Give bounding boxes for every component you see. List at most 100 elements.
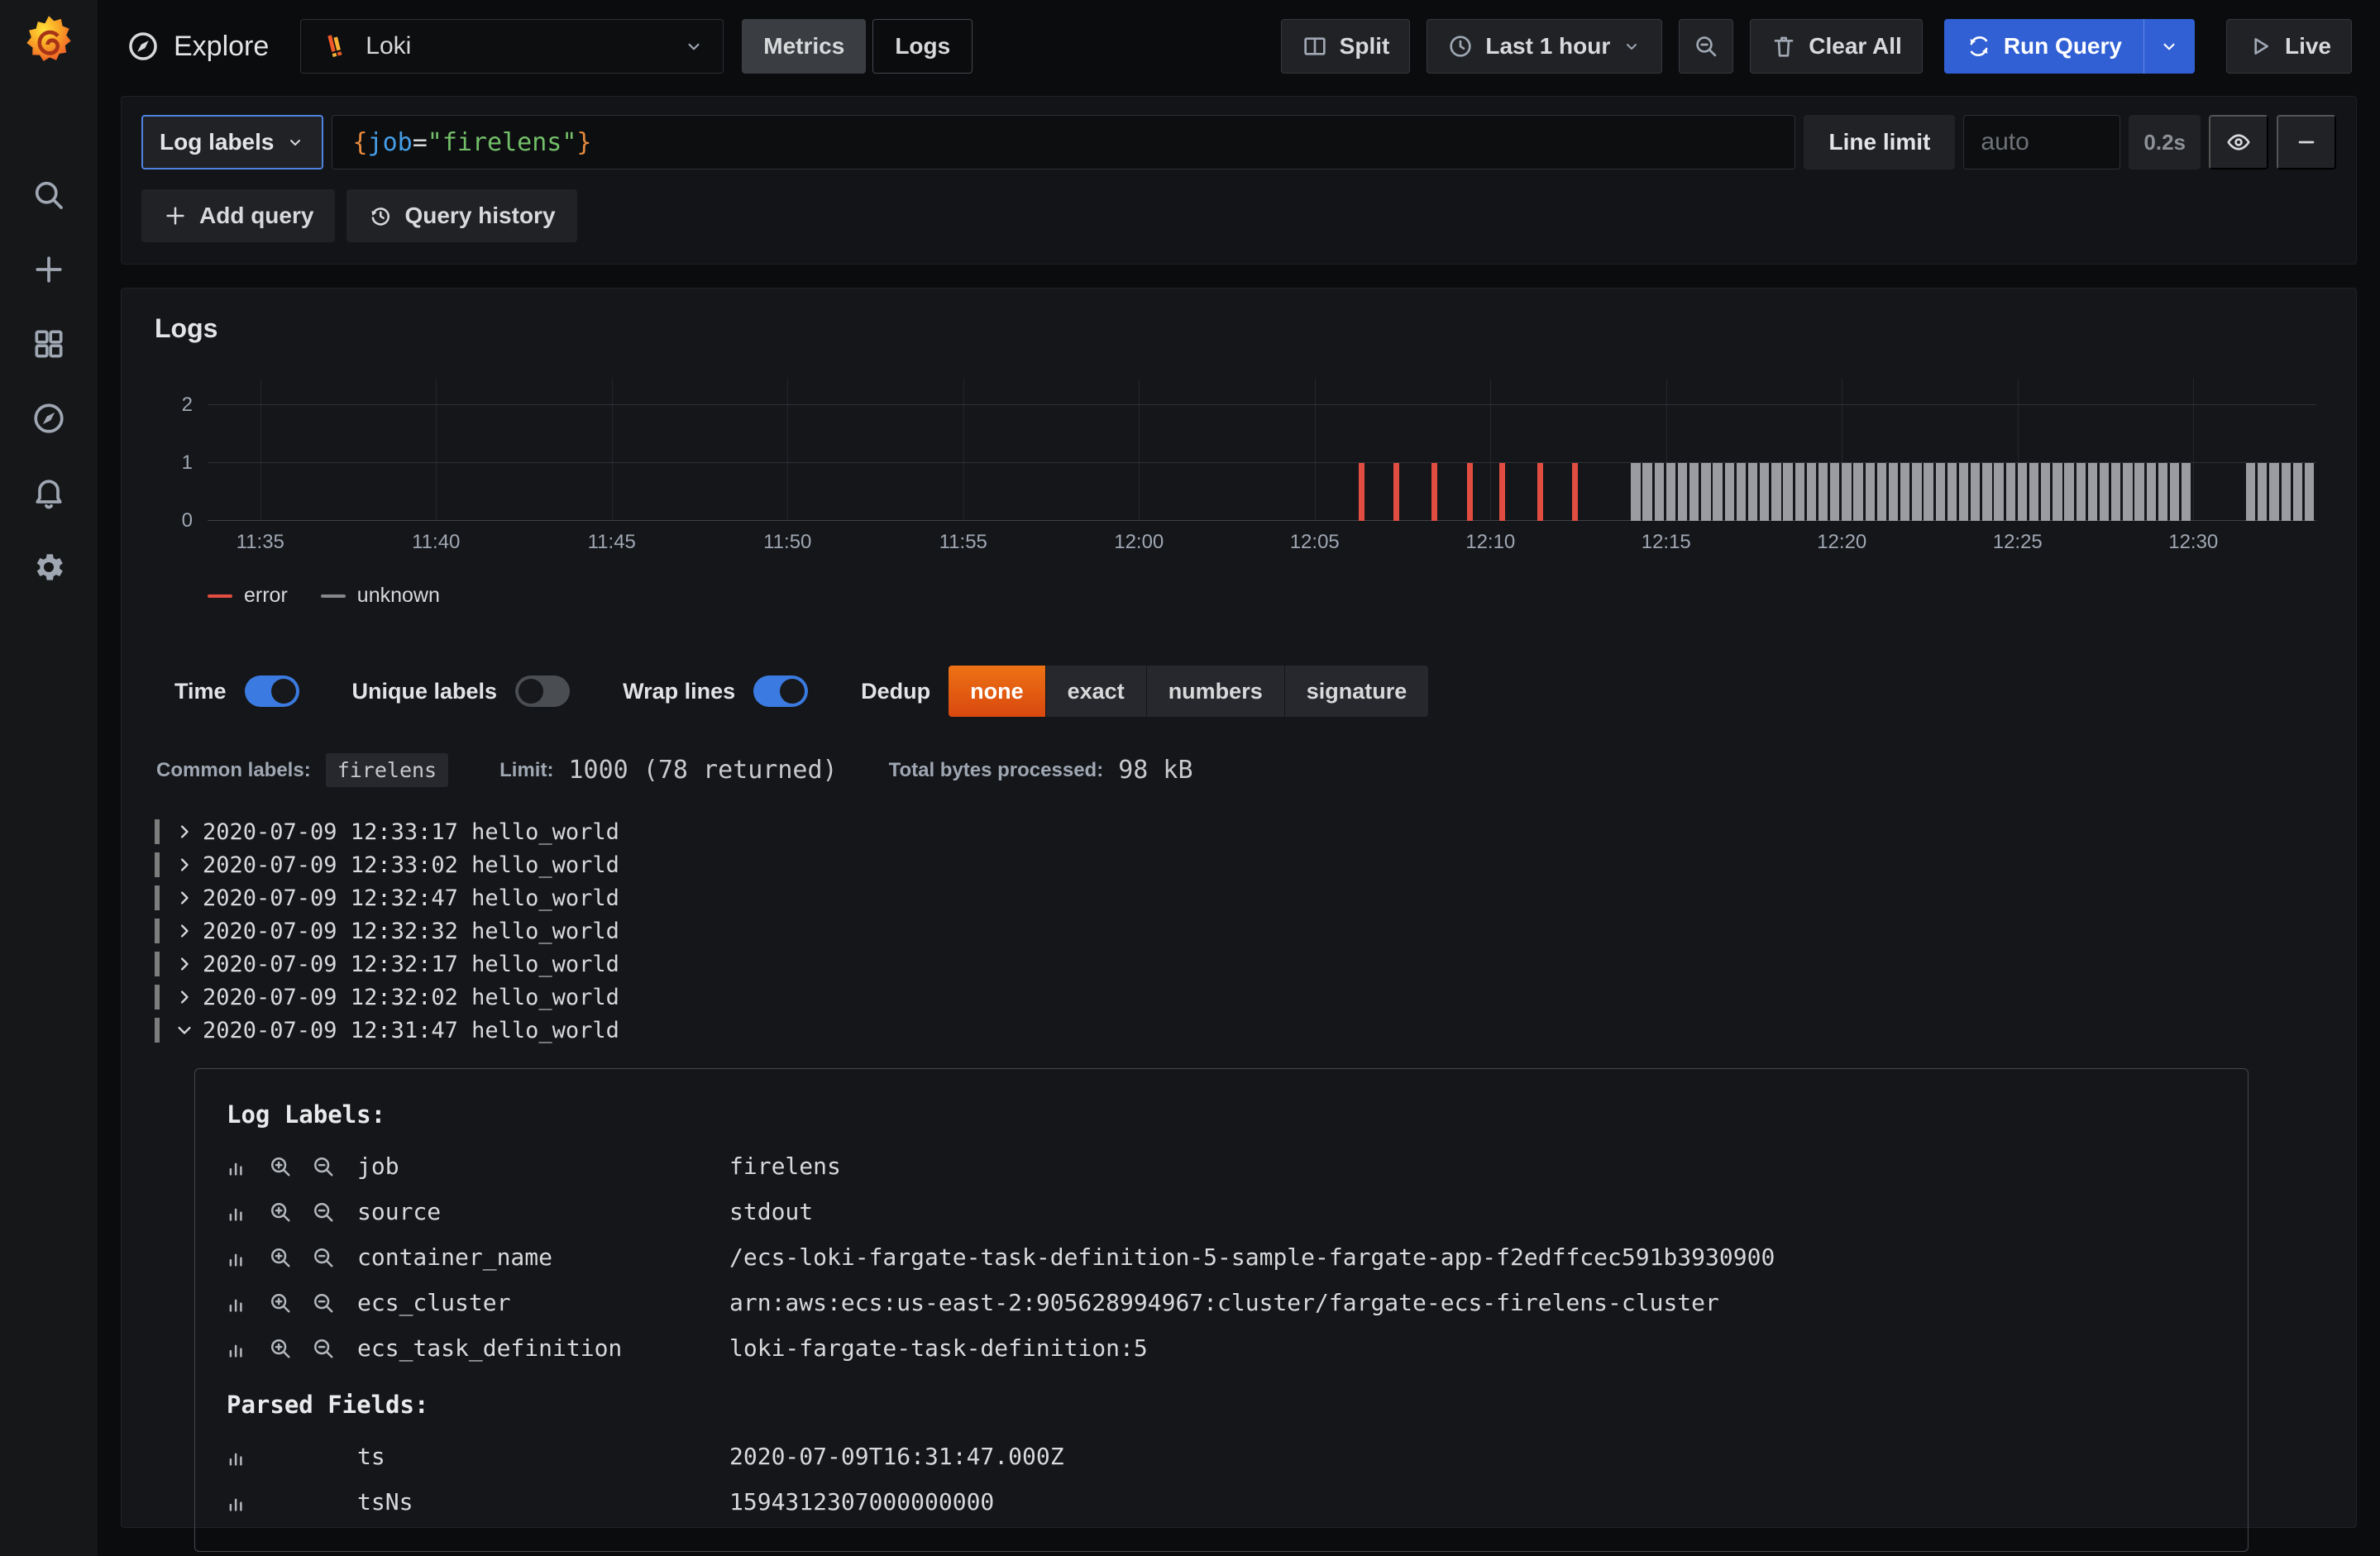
sidebar-item-create[interactable]	[31, 251, 67, 288]
histogram-bar-unknown[interactable]	[1737, 463, 1746, 521]
dedup-option-numbers[interactable]: numbers	[1147, 666, 1285, 717]
histogram-bar-unknown[interactable]	[1631, 463, 1640, 521]
histogram-bar-unknown[interactable]	[2134, 463, 2143, 521]
sidebar-item-alerting[interactable]	[31, 475, 67, 511]
legend-item-error[interactable]: error	[208, 584, 288, 608]
toggle-unique-labels[interactable]	[515, 675, 570, 707]
log-row[interactable]: 2020-07-09 12:32:32 hello_world	[155, 914, 2323, 947]
histogram-bar-error[interactable]	[1572, 463, 1578, 521]
zoom-out-button[interactable]	[1679, 19, 1733, 74]
histogram-bar-unknown[interactable]	[2170, 463, 2179, 521]
filter-for-label-icon[interactable]	[268, 1291, 293, 1315]
filter-out-label-icon[interactable]	[311, 1245, 336, 1270]
histogram-bar-error[interactable]	[1499, 463, 1505, 521]
histogram-bar-unknown[interactable]	[1900, 463, 1909, 521]
log-row[interactable]: 2020-07-09 12:31:47 hello_world	[155, 1014, 2323, 1047]
histogram-bar-unknown[interactable]	[1701, 463, 1710, 521]
disable-query-button[interactable]	[2209, 115, 2268, 169]
tab-metrics[interactable]: Metrics	[742, 19, 866, 74]
log-row[interactable]: 2020-07-09 12:33:02 hello_world	[155, 848, 2323, 881]
histogram-bar-unknown[interactable]	[1713, 463, 1722, 521]
query-history-button[interactable]: Query history	[346, 189, 576, 242]
run-query-main[interactable]: Run Query	[1944, 19, 2143, 74]
histogram-bar-unknown[interactable]	[1866, 463, 1875, 521]
histogram-bar-unknown[interactable]	[2111, 463, 2120, 521]
histogram-bar-unknown[interactable]	[2100, 463, 2109, 521]
log-row[interactable]: 2020-07-09 12:32:02 hello_world	[155, 981, 2323, 1014]
histogram-bar-unknown[interactable]	[2088, 463, 2097, 521]
histogram-bar-unknown[interactable]	[1947, 463, 1957, 521]
histogram-bar-unknown[interactable]	[1830, 463, 1839, 521]
histogram-bar-unknown[interactable]	[1655, 463, 1664, 521]
toggle-wrap-lines[interactable]	[753, 675, 808, 707]
histogram-bar-unknown[interactable]	[1771, 463, 1780, 521]
histogram-bar-unknown[interactable]	[2282, 463, 2291, 521]
grafana-logo[interactable]	[22, 13, 76, 68]
histogram-bar-unknown[interactable]	[1760, 463, 1769, 521]
stats-icon[interactable]	[225, 1291, 250, 1315]
histogram-bar-unknown[interactable]	[1642, 463, 1651, 521]
filter-for-label-icon[interactable]	[268, 1336, 293, 1361]
histogram-bar-unknown[interactable]	[1689, 463, 1699, 521]
histogram-bar-error[interactable]	[1359, 463, 1364, 521]
histogram-bar-unknown[interactable]	[1678, 463, 1687, 521]
query-input[interactable]: {job="firelens"}	[332, 115, 1795, 169]
histogram-bar-unknown[interactable]	[1971, 463, 1980, 521]
split-button[interactable]: Split	[1281, 19, 1411, 74]
live-button[interactable]: Live	[2226, 19, 2352, 74]
histogram-bar-unknown[interactable]	[1877, 463, 1886, 521]
histogram-bar-unknown[interactable]	[1936, 463, 1945, 521]
histogram-bar-unknown[interactable]	[2041, 463, 2050, 521]
sidebar-item-configuration[interactable]	[31, 549, 67, 585]
histogram-bar-unknown[interactable]	[2064, 463, 2073, 521]
histogram-bar-unknown[interactable]	[1959, 463, 1968, 521]
add-query-button[interactable]: Add query	[141, 189, 335, 242]
histogram-bar-unknown[interactable]	[1807, 463, 1816, 521]
histogram-bar-unknown[interactable]	[2182, 463, 2191, 521]
sidebar-item-dashboards[interactable]	[31, 326, 67, 362]
sidebar-item-search[interactable]	[31, 177, 67, 213]
histogram-bar-unknown[interactable]	[1795, 463, 1804, 521]
stats-icon[interactable]	[225, 1336, 250, 1361]
histogram-bar-unknown[interactable]	[2006, 463, 2015, 521]
filter-out-label-icon[interactable]	[311, 1154, 336, 1179]
histogram-bar-unknown[interactable]	[1889, 463, 1898, 521]
stats-icon[interactable]	[225, 1154, 250, 1179]
stats-icon[interactable]	[225, 1245, 250, 1270]
dedup-option-none[interactable]: none	[949, 666, 1046, 717]
datasource-picker[interactable]: Loki	[300, 19, 724, 74]
histogram-bar-unknown[interactable]	[1783, 463, 1792, 521]
tab-logs[interactable]: Logs	[872, 19, 973, 74]
stats-icon[interactable]	[225, 1200, 250, 1224]
filter-out-label-icon[interactable]	[311, 1291, 336, 1315]
run-query-dropdown[interactable]	[2143, 19, 2195, 74]
histogram-bar-error[interactable]	[1537, 463, 1543, 521]
histogram-bar-unknown[interactable]	[1982, 463, 1991, 521]
histogram-bar-unknown[interactable]	[1924, 463, 1933, 521]
log-row[interactable]: 2020-07-09 12:32:47 hello_world	[155, 881, 2323, 914]
histogram-bar-unknown[interactable]	[1853, 463, 1862, 521]
dedup-option-signature[interactable]: signature	[1285, 666, 1429, 717]
time-range-picker[interactable]: Last 1 hour	[1427, 19, 1662, 74]
line-limit-input[interactable]: auto	[1963, 115, 2120, 169]
histogram-bar-unknown[interactable]	[1994, 463, 2003, 521]
histogram-bar-error[interactable]	[1393, 463, 1399, 521]
histogram-bar-unknown[interactable]	[1748, 463, 1757, 521]
log-row[interactable]: 2020-07-09 12:32:17 hello_world	[155, 947, 2323, 981]
run-query-button[interactable]: Run Query	[1944, 19, 2195, 74]
histogram-bar-unknown[interactable]	[2123, 463, 2132, 521]
toggle-time[interactable]	[245, 675, 299, 707]
histogram-bar-error[interactable]	[1467, 463, 1473, 521]
histogram-bar-unknown[interactable]	[1818, 463, 1828, 521]
histogram-bar-unknown[interactable]	[1912, 463, 1921, 521]
filter-for-label-icon[interactable]	[268, 1154, 293, 1179]
histogram-bar-unknown[interactable]	[2158, 463, 2167, 521]
logs-histogram[interactable]: 11:3511:4011:4511:5011:5512:0012:0512:10…	[155, 379, 2323, 559]
stats-icon[interactable]	[225, 1444, 250, 1469]
histogram-bar-unknown[interactable]	[2077, 463, 2086, 521]
histogram-bar-unknown[interactable]	[2147, 463, 2156, 521]
histogram-bar-unknown[interactable]	[2269, 463, 2278, 521]
histogram-bar-unknown[interactable]	[1666, 463, 1675, 521]
histogram-bar-unknown[interactable]	[2018, 463, 2027, 521]
histogram-bar-unknown[interactable]	[1842, 463, 1851, 521]
